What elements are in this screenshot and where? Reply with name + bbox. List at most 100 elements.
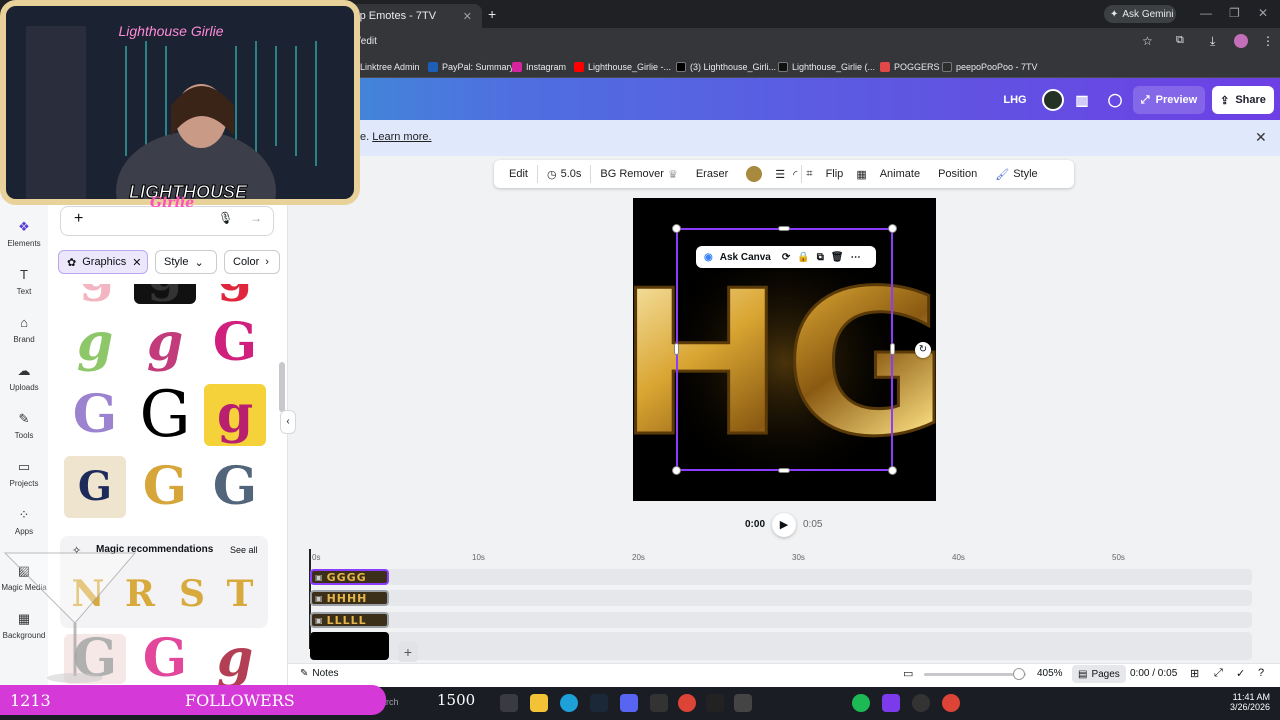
sidebar-item-elements[interactable]: ❖ Elements	[0, 219, 48, 248]
remove-filter-icon[interactable]: ✕	[132, 256, 141, 269]
collapse-panel-icon[interactable]: ‹	[280, 410, 296, 434]
zoom-slider[interactable]	[924, 673, 1026, 676]
learn-more-link[interactable]: Learn more.	[372, 131, 431, 143]
maximize-icon[interactable]: ❐	[1229, 6, 1240, 20]
new-tab-icon[interactable]: +	[488, 6, 496, 22]
sidebar-item-brand[interactable]: ⌂ Brand	[0, 315, 48, 344]
bookmark-item[interactable]: PayPal: Summary	[428, 60, 514, 74]
timeline-clip[interactable]: ▣ HHHH	[310, 590, 389, 606]
bookmark-item[interactable]: POGGERS	[880, 60, 940, 74]
discord-icon[interactable]	[620, 694, 638, 712]
bookmark-item[interactable]: (3) Lighthouse_Girli...	[676, 60, 776, 74]
download-icon[interactable]: ⤓	[1210, 34, 1215, 49]
resize-handle[interactable]	[888, 224, 897, 233]
more-options-icon[interactable]: ⋯	[851, 252, 861, 263]
resize-handle[interactable]	[672, 224, 681, 233]
graphic-tile[interactable]: G	[204, 456, 266, 518]
bookmark-item[interactable]: Lighthouse_Girlie (...	[778, 60, 875, 74]
corner-rounding-icon[interactable]: ◜	[789, 162, 801, 186]
sidebar-item-tools[interactable]: ✎ Tools	[0, 411, 48, 440]
add-icon[interactable]: +	[74, 210, 83, 228]
minimize-icon[interactable]: —	[1200, 6, 1212, 20]
menu-kebab-icon[interactable]: ⋮	[1262, 34, 1274, 48]
sidebar-item-text[interactable]: T Text	[0, 267, 48, 296]
graphic-tile[interactable]: g	[134, 284, 196, 304]
fullscreen-icon[interactable]: ⤢	[1214, 667, 1223, 680]
pages-button[interactable]: ▤ Pages	[1072, 665, 1126, 683]
fit-view-icon[interactable]: ▭	[903, 667, 913, 680]
chrome-icon[interactable]	[942, 694, 960, 712]
graphic-tile[interactable]: G	[134, 383, 196, 447]
graphic-tile[interactable]: G	[134, 456, 196, 518]
style-button[interactable]: 🖌 Style	[986, 162, 1046, 186]
share-button[interactable]: ⇪ Share	[1212, 86, 1274, 114]
resize-handle[interactable]	[674, 343, 679, 355]
bookmark-item[interactable]: Lighthouse_Girlie -...	[574, 60, 671, 74]
ask-canva-button[interactable]: Ask Canva	[720, 252, 771, 263]
lock-icon[interactable]: 🔒	[797, 252, 809, 263]
duplicate-icon[interactable]: ⧉	[817, 252, 824, 263]
close-tab-icon[interactable]: ✕	[463, 10, 472, 23]
magic-letter-tile[interactable]: S	[170, 570, 214, 618]
doc-title[interactable]: LHG	[998, 86, 1032, 114]
background-clip[interactable]	[310, 632, 389, 660]
app-icon[interactable]	[734, 694, 752, 712]
graphic-tile[interactable]: g	[134, 312, 196, 374]
task-view-icon[interactable]	[500, 694, 518, 712]
bg-remover-button[interactable]: BG Remover ♛	[591, 162, 686, 186]
graphic-tile[interactable]: g	[64, 312, 126, 374]
ask-gemini-button[interactable]: ✦ Ask Gemini	[1104, 5, 1176, 23]
play-button[interactable]: ▶	[772, 513, 796, 537]
timeline-clip[interactable]: ▣ LLLLL	[310, 612, 389, 628]
sidebar-item-apps[interactable]: ⁘ Apps	[0, 507, 48, 536]
sidebar-item-projects[interactable]: ▭ Projects	[0, 459, 48, 488]
color-filter-chip[interactable]: Color ›	[224, 250, 280, 274]
resize-handle[interactable]	[778, 468, 790, 473]
graphic-tile[interactable]: G	[134, 633, 196, 685]
graphic-tile[interactable]: G	[64, 456, 126, 518]
resize-handle[interactable]	[890, 343, 895, 355]
submit-arrow-icon[interactable]: →	[250, 211, 262, 225]
profile-avatar[interactable]	[1234, 34, 1248, 48]
timeline-clip[interactable]: ▣ GGGG	[310, 569, 389, 585]
resize-handle[interactable]	[778, 226, 790, 231]
graphic-tile[interactable]: g	[204, 633, 266, 685]
zoom-slider-thumb[interactable]	[1013, 668, 1025, 680]
epic-games-icon[interactable]	[650, 694, 668, 712]
delete-icon[interactable]: 🗑	[831, 252, 844, 263]
check-icon[interactable]: ✓	[1236, 667, 1245, 680]
edge-icon[interactable]	[560, 694, 578, 712]
graphics-filter-chip[interactable]: ✿ Graphics ✕	[58, 250, 148, 274]
bookmark-item[interactable]: peepoPooPoo - 7TV	[942, 60, 1038, 74]
bookmark-item[interactable]: Instagram	[512, 60, 566, 74]
panel-scrollbar[interactable]	[279, 362, 285, 412]
insights-icon[interactable]: ▥	[1070, 86, 1094, 114]
file-explorer-icon[interactable]	[530, 694, 548, 712]
sidebar-item-uploads[interactable]: ☁ Uploads	[0, 363, 48, 392]
close-window-icon[interactable]: ✕	[1258, 6, 1268, 20]
grid-view-icon[interactable]: ⊞	[1190, 667, 1199, 680]
edit-button[interactable]: Edit	[500, 162, 537, 186]
preview-button[interactable]: ⤢ Preview	[1133, 86, 1205, 114]
graphic-tile[interactable]: g	[204, 384, 266, 446]
color-swatch-button[interactable]	[737, 162, 771, 186]
cast-icon[interactable]: ⧉	[1176, 34, 1184, 47]
graphic-tile[interactable]: g	[66, 284, 128, 304]
user-avatar[interactable]	[1042, 89, 1064, 111]
comment-icon[interactable]: ◯	[1103, 86, 1127, 114]
mic-icon[interactable]: 🎙	[218, 211, 233, 225]
magic-letter-tile[interactable]: T	[218, 570, 262, 618]
graphic-tile[interactable]: G	[204, 312, 266, 374]
zoom-level[interactable]: 405%	[1037, 668, 1063, 679]
eraser-button[interactable]: Eraser	[687, 162, 737, 186]
help-icon[interactable]: ?	[1258, 667, 1264, 679]
resize-handle[interactable]	[888, 466, 897, 475]
app-icon[interactable]	[882, 694, 900, 712]
animate-button[interactable]: Animate	[871, 162, 929, 186]
border-style-icon[interactable]: ☰	[771, 162, 789, 186]
close-banner-icon[interactable]: ✕	[1255, 129, 1267, 146]
refresh-icon[interactable]: ⟳	[782, 252, 790, 263]
app-icon[interactable]	[706, 694, 724, 712]
url-field[interactable]: /edit	[358, 36, 377, 47]
graphic-tile[interactable]: g	[204, 284, 266, 304]
